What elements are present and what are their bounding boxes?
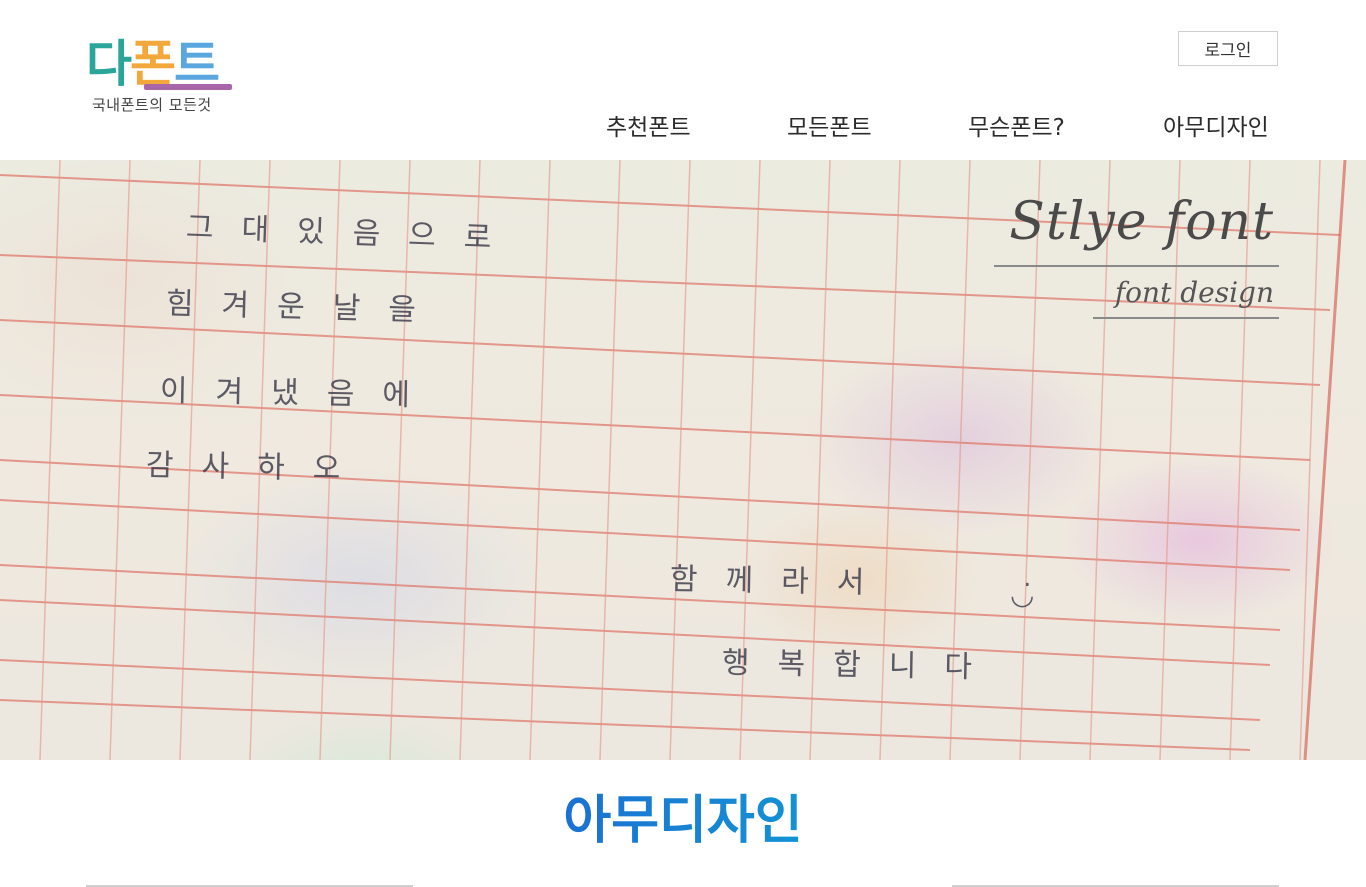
login-button[interactable]: 로그인 [1178, 31, 1278, 66]
handwriting-line-2: 힘겨운날을 [165, 286, 445, 329]
site-logo[interactable]: 다폰트 국내폰트의 모든것 [86, 36, 236, 116]
handwriting-line-3: 이겨냈음에 [159, 373, 439, 414]
nav-item-recommended-fonts[interactable]: 추천폰트 [606, 108, 691, 142]
nav-item-what-font[interactable]: 무슨폰트? [968, 108, 1065, 142]
hero-subtitle: font design [1114, 276, 1274, 309]
site-header: 다폰트 국내폰트의 모든것 로그인 추천폰트 모든폰트 무슨폰트? 아무디자인 [0, 0, 1366, 160]
handwriting-line-6: 행복합니다 [721, 645, 1001, 686]
handwriting-line-5: 함께라서 [669, 562, 893, 601]
logo-tagline: 국내폰트의 모든것 [92, 96, 212, 114]
hero-subtitle-rule [1093, 317, 1279, 319]
smile-doodle: ◡̇ [1010, 578, 1035, 611]
nav-item-any-design[interactable]: 아무디자인 [1163, 108, 1269, 142]
section-title: 아무디자인 [0, 786, 1366, 856]
logo-part-1: 다 [86, 35, 132, 93]
hero-title: Stlye font [1009, 192, 1274, 252]
logo-underline [144, 84, 232, 90]
handwriting-line-4: 감사하오 [145, 448, 369, 487]
nav-item-all-fonts[interactable]: 모든폰트 [787, 108, 872, 142]
hero-title-rule [994, 265, 1279, 267]
hero-banner: 그대있음으로 힘겨운날을 이겨냈음에 감사하오 함께라서 행복합니다 ◡̇ St… [0, 160, 1366, 760]
section-title-text: 아무디자인 [563, 791, 803, 851]
